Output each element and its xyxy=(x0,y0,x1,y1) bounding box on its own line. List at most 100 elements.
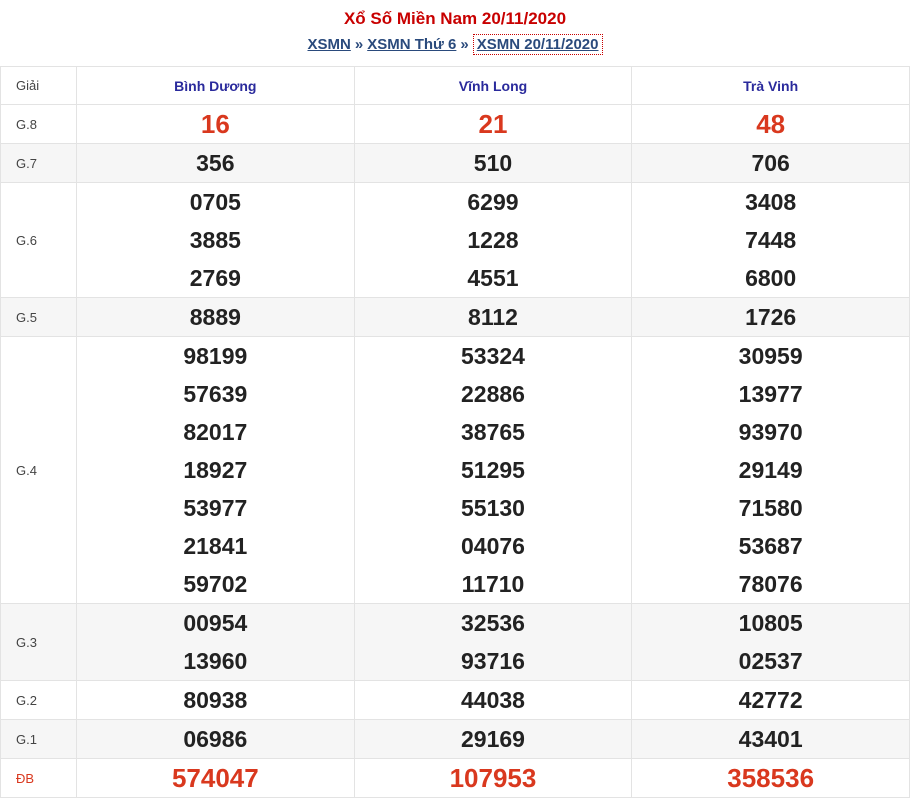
prize-row: G.4 98199 57639 82017 18927 53977 21841 59702 53… xyxy=(0,336,910,604)
result-cell: 53324 22886 38765 51295 55130 04076 11710 xyxy=(353,336,633,604)
result-number: 53977 xyxy=(183,495,248,521)
result-cell: 356 xyxy=(76,143,355,183)
prize-label: G.6 xyxy=(0,182,77,298)
result-number: 358536 xyxy=(727,763,815,793)
result-number: 356 xyxy=(196,150,235,176)
result-cell: 510 xyxy=(353,143,633,183)
result-number: 78076 xyxy=(738,571,803,597)
result-cell: 706 xyxy=(631,143,910,183)
prize-row: G.8 16 21 48 xyxy=(0,104,910,144)
result-number: 93970 xyxy=(738,419,803,445)
result-number: 48 xyxy=(756,109,786,139)
prize-label: G.4 xyxy=(0,336,77,604)
result-number: 57639 xyxy=(183,381,248,407)
result-number: 21841 xyxy=(183,533,248,559)
result-number: 93716 xyxy=(461,648,525,674)
result-number: 53687 xyxy=(738,533,803,559)
result-cell: 8112 xyxy=(353,297,633,337)
result-number: 29149 xyxy=(738,457,803,483)
prize-row: G.1 06986 29169 43401 xyxy=(0,719,910,759)
breadcrumb-current-link[interactable]: XSMN 20/11/2020 xyxy=(472,34,603,55)
result-cell: 6299 1228 4551 xyxy=(353,182,633,298)
prize-label: G.3 xyxy=(0,603,77,681)
result-number: 30959 xyxy=(738,343,803,369)
prize-row: G.2 80938 44038 42772 xyxy=(0,680,910,720)
result-cell: 98199 57639 82017 18927 53977 21841 59702 xyxy=(76,336,355,604)
result-number: 04076 xyxy=(461,533,525,559)
result-number: 8112 xyxy=(468,304,518,330)
result-cell: 8889 xyxy=(76,297,355,337)
prize-row: G.5 8889 8112 1726 xyxy=(0,297,910,337)
result-number: 1228 xyxy=(467,227,519,253)
result-number: 16 xyxy=(200,109,230,139)
result-cell: 48 xyxy=(631,104,910,144)
result-cell: 16 xyxy=(76,104,355,144)
result-number: 59702 xyxy=(183,571,248,597)
result-number: 2769 xyxy=(189,265,241,291)
result-cell: 00954 13960 xyxy=(76,603,355,681)
result-number: 0705 xyxy=(189,189,241,215)
result-cell: 29169 xyxy=(353,719,633,759)
breadcrumb-xsmn-friday-link[interactable]: XSMN Thứ 6 xyxy=(367,36,456,53)
result-number: 8889 xyxy=(189,304,241,330)
province-header: Trà Vinh xyxy=(631,66,910,105)
prize-row: ĐB 574047 107953 358536 xyxy=(0,758,910,798)
result-cell: 42772 xyxy=(631,680,910,720)
result-cell: 10805 02537 xyxy=(631,603,910,681)
result-cell: 30959 13977 93970 29149 71580 53687 78076 xyxy=(631,336,910,604)
province-header: Vĩnh Long xyxy=(353,66,633,105)
result-number: 510 xyxy=(473,150,513,176)
result-number: 107953 xyxy=(449,763,537,793)
province-header: Bình Dương xyxy=(76,66,355,105)
prize-label: G.2 xyxy=(0,680,77,720)
result-number: 82017 xyxy=(183,419,248,445)
result-number: 71580 xyxy=(738,495,803,521)
result-number: 3885 xyxy=(189,227,241,253)
result-number: 98199 xyxy=(183,343,248,369)
result-cell: 1726 xyxy=(631,297,910,337)
prize-column-header: Giải xyxy=(0,66,77,105)
result-cell: 21 xyxy=(353,104,633,144)
result-number: 38765 xyxy=(461,419,525,445)
result-cell: 06986 xyxy=(76,719,355,759)
result-number: 06986 xyxy=(183,726,248,752)
result-cell: 3408 7448 6800 xyxy=(631,182,910,298)
result-number: 00954 xyxy=(183,610,248,636)
result-number: 574047 xyxy=(171,763,259,793)
breadcrumb: XSMN» XSMN Thứ 6» XSMN 20/11/2020 xyxy=(0,34,910,55)
result-number: 4551 xyxy=(467,265,519,291)
result-number: 6299 xyxy=(467,189,519,215)
result-cell: 32536 93716 xyxy=(353,603,633,681)
result-number: 7448 xyxy=(745,227,797,253)
prize-label: G.8 xyxy=(0,104,77,144)
result-number: 21 xyxy=(478,109,508,139)
result-number: 80938 xyxy=(183,687,248,713)
result-cell: 574047 xyxy=(76,758,355,798)
prize-row: G.7 356 510 706 xyxy=(0,143,910,183)
result-number: 44038 xyxy=(461,687,525,713)
result-cell: 44038 xyxy=(353,680,633,720)
result-number: 02537 xyxy=(738,648,803,674)
prize-label: G.5 xyxy=(0,297,77,337)
result-number: 51295 xyxy=(461,457,525,483)
result-number: 13960 xyxy=(183,648,248,674)
result-number: 53324 xyxy=(461,343,525,369)
result-number: 55130 xyxy=(461,495,525,521)
prize-row: G.3 00954 13960 32536 93716 10805 02537 xyxy=(0,603,910,681)
result-cell: 358536 xyxy=(631,758,910,798)
breadcrumb-xsmn-link[interactable]: XSMN xyxy=(308,36,351,53)
prize-label: G.7 xyxy=(0,143,77,183)
prize-row: G.6 0705 3885 2769 6299 1228 4551 3408 7448 6800 xyxy=(0,182,910,298)
result-cell: 107953 xyxy=(353,758,633,798)
result-number: 22886 xyxy=(461,381,525,407)
result-cell: 43401 xyxy=(631,719,910,759)
prize-label: ĐB xyxy=(0,758,77,798)
breadcrumb-separator: » xyxy=(354,36,364,53)
page-header: Xổ Số Miền Nam 20/11/2020 XSMN» XSMN Thứ … xyxy=(0,0,910,66)
result-number: 11710 xyxy=(461,571,525,597)
table-header-row: Giải Bình Dương Vĩnh Long Trà Vinh xyxy=(0,66,910,105)
result-number: 6800 xyxy=(745,265,797,291)
result-number: 13977 xyxy=(738,381,803,407)
result-number: 10805 xyxy=(738,610,803,636)
result-number: 29169 xyxy=(461,726,525,752)
